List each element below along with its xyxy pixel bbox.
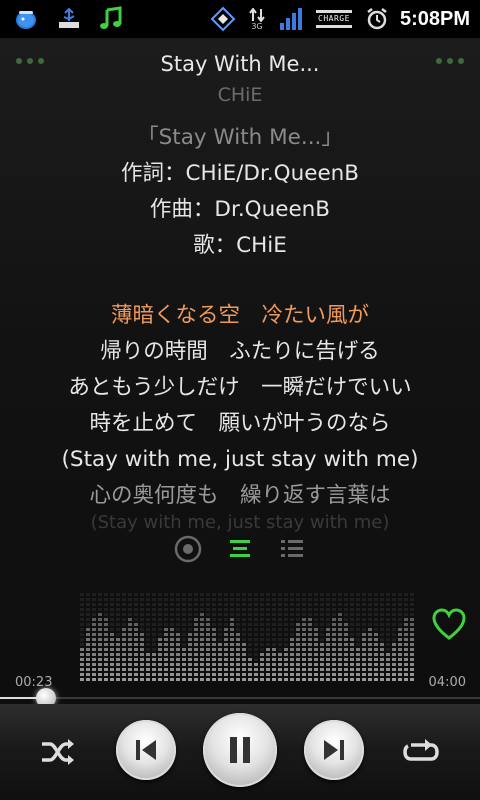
lyrics-header-composer: 作曲：Dr.QueenB <box>149 197 331 222</box>
signal-bars-icon <box>278 6 304 32</box>
next-track-icon <box>324 740 344 760</box>
lyric-line: (Stay with me, just stay with me) <box>61 447 419 472</box>
lyrics-view-icon[interactable] <box>225 534 255 564</box>
charge-label: CHARGE <box>318 14 350 23</box>
audio-visualizer <box>80 593 414 681</box>
previous-button[interactable] <box>116 720 176 780</box>
total-duration: 04:00 <box>428 675 466 690</box>
lyrics-header-title: 「Stay With Me...」 <box>137 125 343 150</box>
music-player-screen: Stay With Me... CHiE 「Stay With Me...」 作… <box>0 38 480 800</box>
pause-icon <box>230 737 250 763</box>
clock: 5:08PM <box>399 7 470 30</box>
lyric-line: (Stay with me, just stay with me) <box>90 514 390 532</box>
previous-track-icon <box>136 740 156 760</box>
alarm-clock-icon <box>364 6 390 32</box>
song-artist: CHiE <box>217 84 263 106</box>
status-bar: 3G CHARGE 5:08PM <box>0 0 480 38</box>
lyric-line: あともう少しだけ 一瞬だけでいい <box>68 375 412 400</box>
lyric-line: 帰りの時間 ふたりに告げる <box>100 339 380 364</box>
network-type-label: 3G <box>251 21 263 31</box>
lyrics-header-singer: 歌：CHiE <box>193 233 287 258</box>
repeat-icon <box>403 739 439 761</box>
lyric-line: 時を止めて 願いが叶うのなら <box>89 411 391 436</box>
repeat-button[interactable] <box>401 732 441 772</box>
lyrics-header-lyricist: 作詞：CHiE/Dr.QueenB <box>120 161 360 186</box>
shuffle-button[interactable] <box>38 732 78 772</box>
song-title: Stay With Me... <box>160 52 320 76</box>
play-pause-button[interactable] <box>203 713 277 787</box>
lyric-line-current: 薄暗くなる空 冷たい風が <box>110 303 369 328</box>
seek-bar[interactable] <box>0 688 480 708</box>
lyric-line: 心の奥何度も 繰り返す言葉は <box>89 483 391 508</box>
list-view-icon[interactable] <box>277 534 307 564</box>
playback-controls <box>0 704 480 800</box>
music-note-icon <box>98 6 124 32</box>
disc-view-icon[interactable] <box>173 534 203 564</box>
next-button[interactable] <box>304 720 364 780</box>
sync-icon <box>210 6 236 32</box>
fish-app-icon <box>14 6 40 32</box>
lyrics-panel[interactable]: 「Stay With Me...」 作詞：CHiE/Dr.QueenB 作曲：D… <box>0 120 480 532</box>
battery-charging-icon: CHARGE <box>314 6 354 32</box>
shuffle-icon <box>42 739 74 765</box>
usb-icon <box>56 6 82 32</box>
favorite-heart-icon[interactable] <box>431 607 467 643</box>
data-arrows-icon: 3G <box>246 6 268 32</box>
view-mode-bar <box>0 534 480 564</box>
